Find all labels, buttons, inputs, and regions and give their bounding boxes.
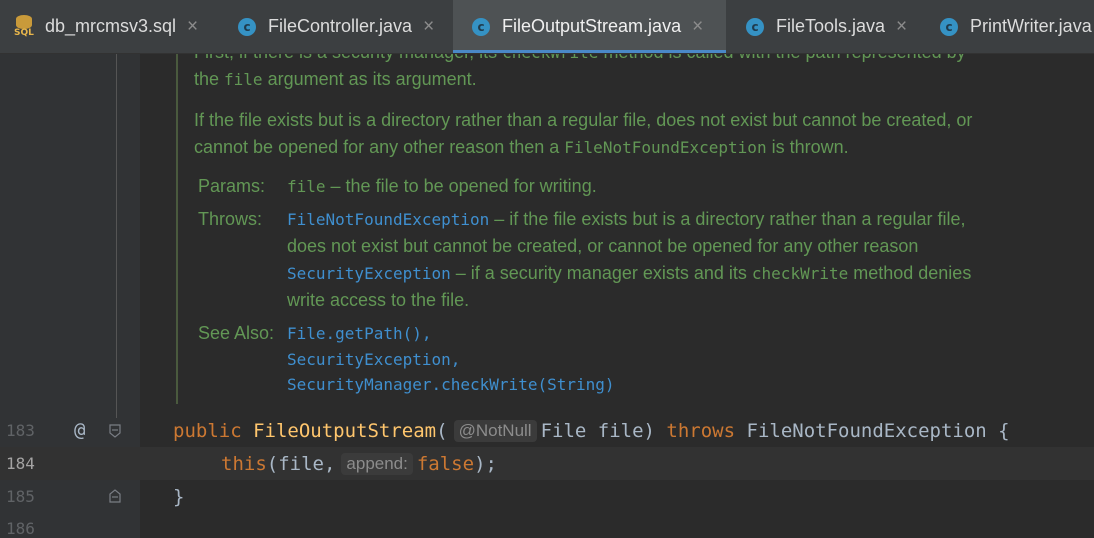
javadoc-paragraph-line: cannot be opened for any other reason th…	[194, 137, 849, 157]
throws-item-continued: does not exist but cannot be created, or…	[287, 236, 919, 256]
params-description: file – the file to be opened for writing…	[287, 176, 597, 196]
line-number: 183	[6, 421, 35, 440]
throws-item: FileNotFoundException – if the file exis…	[287, 209, 966, 229]
tab-fileoutputstream-java[interactable]: c FileOutputStream.java ×	[453, 0, 726, 53]
annotation-inlay-hint: @NotNull	[453, 419, 537, 442]
tab-label: FileTools.java	[776, 16, 886, 36]
tab-printwriter-java[interactable]: c PrintWriter.java	[940, 0, 1092, 53]
throws-item: SecurityException – if a security manage…	[287, 263, 972, 283]
code-line-183[interactable]: public FileOutputStream(@NotNull File fil…	[140, 414, 1094, 447]
javadoc-paragraph-line: the file argument as its argument.	[194, 69, 477, 89]
java-class-icon: c	[472, 17, 490, 36]
sql-file-icon: SQL	[14, 14, 36, 39]
tab-label: db_mrcmsv3.sql	[45, 16, 177, 36]
close-icon[interactable]: ×	[187, 16, 198, 38]
tab-label: FileOutputStream.java	[502, 16, 682, 36]
javadoc-paragraph-line: If the file exists but is a directory ra…	[194, 110, 973, 130]
tab-label: PrintWriter.java	[970, 16, 1092, 36]
java-class-icon: c	[940, 17, 958, 36]
line-number: 185	[6, 487, 35, 506]
java-class-icon: c	[238, 17, 256, 36]
tab-filetools-java[interactable]: c FileTools.java ×	[746, 0, 907, 53]
code-line-185[interactable]: }	[140, 480, 1094, 513]
fold-end-icon[interactable]	[109, 489, 121, 503]
see-also-label: See Also:	[198, 323, 275, 343]
java-class-icon: c	[746, 17, 764, 36]
line-number: 184	[6, 454, 35, 473]
see-also-link[interactable]: SecurityManager.checkWrite(String)	[287, 374, 615, 395]
override-annotation-icon[interactable]: @	[74, 419, 85, 441]
javadoc-paragraph-line: First, if there is a security manager, i…	[194, 54, 966, 63]
tab-label: FileController.java	[268, 16, 413, 36]
close-icon[interactable]: ×	[692, 16, 703, 38]
see-also-link[interactable]: SecurityException,	[287, 349, 460, 370]
fold-start-icon[interactable]	[109, 424, 121, 438]
close-icon[interactable]: ×	[896, 16, 907, 38]
tab-db-mrcmsv3-sql[interactable]: SQL db_mrcmsv3.sql ×	[14, 0, 198, 53]
rendered-javadoc: First, if there is a security manager, i…	[140, 54, 1094, 410]
exception-link[interactable]: SecurityException	[287, 264, 451, 283]
exception-link[interactable]: FileNotFoundException	[287, 210, 489, 229]
fold-guide	[116, 54, 117, 418]
params-label: Params:	[198, 176, 266, 196]
see-also-link[interactable]: File.getPath(),	[287, 323, 432, 344]
javadoc-margin-bar	[176, 54, 178, 404]
close-icon[interactable]: ×	[423, 16, 434, 38]
throws-label: Throws:	[198, 209, 263, 229]
tab-filecontroller-java[interactable]: c FileController.java ×	[238, 0, 434, 53]
line-number: 186	[6, 519, 35, 538]
code-line-184-current[interactable]: 184 this (file, append: false);	[0, 447, 1094, 480]
throws-item-continued: write access to the file.	[287, 290, 470, 310]
parameter-inlay-hint: append:	[341, 452, 413, 475]
editor-tab-bar: SQL db_mrcmsv3.sql × c FileController.ja…	[0, 0, 1094, 54]
